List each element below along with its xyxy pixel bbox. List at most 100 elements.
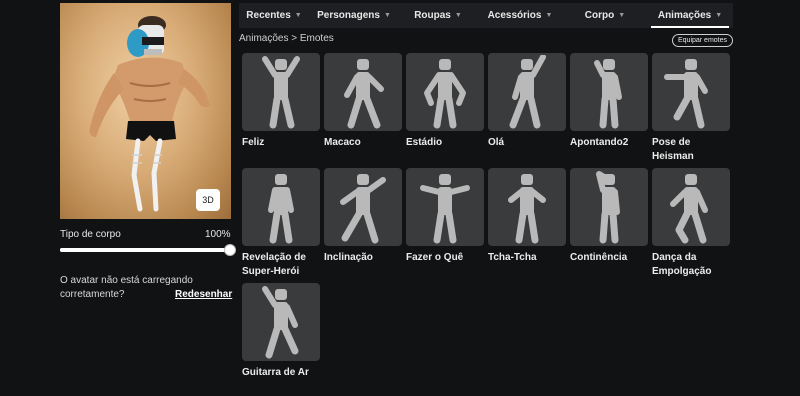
point-pose-icon — [594, 59, 622, 129]
emote-card[interactable]: Dança da Empolgação — [652, 168, 730, 283]
shrug-pose-icon — [420, 174, 470, 244]
figure-limb — [363, 210, 379, 244]
avatar-preview[interactable]: 3D — [60, 3, 231, 219]
figure-limb — [599, 95, 609, 129]
tab-roupas[interactable]: Roupas ▼ — [399, 3, 477, 28]
breadcrumb-current: Emotes — [299, 33, 334, 44]
emote-card[interactable]: Tcha-Tcha — [488, 168, 566, 283]
emote-name: Feliz — [242, 137, 265, 148]
figure-limb — [363, 95, 381, 129]
emote-card[interactable]: Pose de Heisman — [652, 53, 730, 168]
equip-emotes-button[interactable]: Equipar emotes — [672, 34, 733, 47]
figure-head — [603, 59, 615, 70]
figure-limb — [262, 286, 278, 308]
view-3d-button[interactable]: 3D — [196, 189, 220, 211]
emote-card[interactable]: Estádio — [406, 53, 484, 168]
figure-head — [275, 289, 287, 300]
figure-head — [685, 174, 697, 185]
figure-limb — [612, 74, 622, 100]
wave-pose-icon — [509, 55, 546, 129]
figure-limb — [612, 189, 620, 215]
tab-label: Personagens — [317, 10, 380, 21]
emote-card[interactable]: Guitarra de Ar — [242, 283, 320, 396]
emote-thumbnail — [324, 168, 402, 246]
figure-limb — [594, 60, 606, 78]
emote-card[interactable]: Revelação de Super-Herói — [242, 168, 320, 283]
emote-name: Estádio — [406, 137, 443, 148]
emote-thumbnail — [406, 53, 484, 131]
figure-limb — [284, 187, 294, 213]
emote-card[interactable]: Inclinação — [324, 168, 402, 283]
emote-thumbnail — [652, 53, 730, 131]
tab-personagens[interactable]: Personagens ▼ — [309, 3, 399, 28]
body-type-slider-fill — [60, 248, 230, 252]
tab-animacoes[interactable]: Animações ▼ — [647, 3, 733, 28]
emote-name: Pose de Heisman — [652, 137, 694, 162]
emote-thumbnail — [406, 168, 484, 246]
hype-pose-icon — [670, 174, 708, 244]
breadcrumb-parent[interactable]: Animações — [239, 33, 288, 44]
category-tabs: Recentes ▼ Personagens ▼ Roupas ▼ Acessório… — [239, 3, 733, 28]
emote-thumbnail — [488, 53, 566, 131]
figure-limb — [530, 189, 546, 203]
figure-limb — [609, 210, 619, 244]
chevron-down-icon: ▼ — [454, 12, 462, 19]
redraw-link[interactable]: Redesenhar — [175, 289, 232, 300]
emote-name: Dança da Empolgação — [652, 252, 712, 277]
emote-card[interactable]: Macaco — [324, 53, 402, 168]
figure-limb — [609, 95, 619, 129]
figure-limb — [515, 210, 527, 244]
figure-head — [439, 59, 451, 70]
figure-limb — [670, 189, 688, 207]
emote-name: Continência — [570, 252, 628, 263]
emote-card[interactable]: Fazer o Quê — [406, 168, 484, 283]
emote-thumbnail — [242, 168, 320, 246]
figure-limb — [691, 210, 707, 244]
emote-card[interactable]: Continência — [570, 168, 648, 283]
figure-limb — [433, 210, 445, 244]
chevron-down-icon: ▼ — [545, 12, 553, 19]
figure-limb — [344, 74, 360, 98]
figure-limb — [269, 210, 281, 244]
emote-name: Guitarra de Ar — [242, 367, 309, 378]
figure-limb — [265, 325, 281, 359]
emote-card[interactable]: Olá — [488, 53, 566, 168]
figure-limb — [691, 95, 705, 129]
figure-limb — [694, 189, 708, 213]
emote-name: Olá — [488, 137, 505, 148]
figure-limb — [281, 95, 295, 129]
figure-head — [275, 174, 287, 185]
tab-label: Corpo — [584, 10, 615, 21]
tab-corpo[interactable]: Corpo ▼ — [563, 3, 647, 28]
emote-thumbnail — [488, 168, 566, 246]
figure-limb — [448, 72, 466, 106]
emote-card[interactable]: Feliz — [242, 53, 320, 168]
figure-limb — [527, 95, 541, 129]
figure-limb — [509, 95, 527, 129]
figure-limb — [527, 210, 539, 244]
chevron-down-icon: ▼ — [383, 12, 391, 19]
figure-limb — [445, 210, 457, 244]
tab-recentes[interactable]: Recentes ▼ — [239, 3, 309, 28]
body-type-slider[interactable] — [60, 248, 230, 252]
salute-pose-icon — [596, 171, 620, 244]
figure-limb — [269, 95, 281, 129]
figure-limb — [366, 177, 386, 193]
hero-pose-icon — [268, 174, 294, 244]
figure-head — [275, 59, 287, 70]
emote-name: Fazer o Quê — [406, 252, 464, 263]
chacha-pose-icon — [508, 174, 546, 244]
heisman-pose-icon — [664, 59, 708, 129]
figure-limb — [420, 185, 442, 195]
tab-label: Roupas — [414, 10, 451, 21]
chevron-down-icon: ▼ — [715, 12, 723, 19]
figure-head — [685, 59, 697, 70]
emote-card[interactable]: Apontando2 — [570, 53, 648, 168]
figure-limb — [445, 95, 457, 129]
body-type-slider-thumb[interactable] — [224, 244, 236, 256]
figure-limb — [599, 210, 609, 244]
tab-acessorios[interactable]: Acessórios ▼ — [477, 3, 563, 28]
figure-limb — [508, 189, 524, 203]
figure-head — [439, 174, 451, 185]
figure-limb — [694, 74, 708, 94]
